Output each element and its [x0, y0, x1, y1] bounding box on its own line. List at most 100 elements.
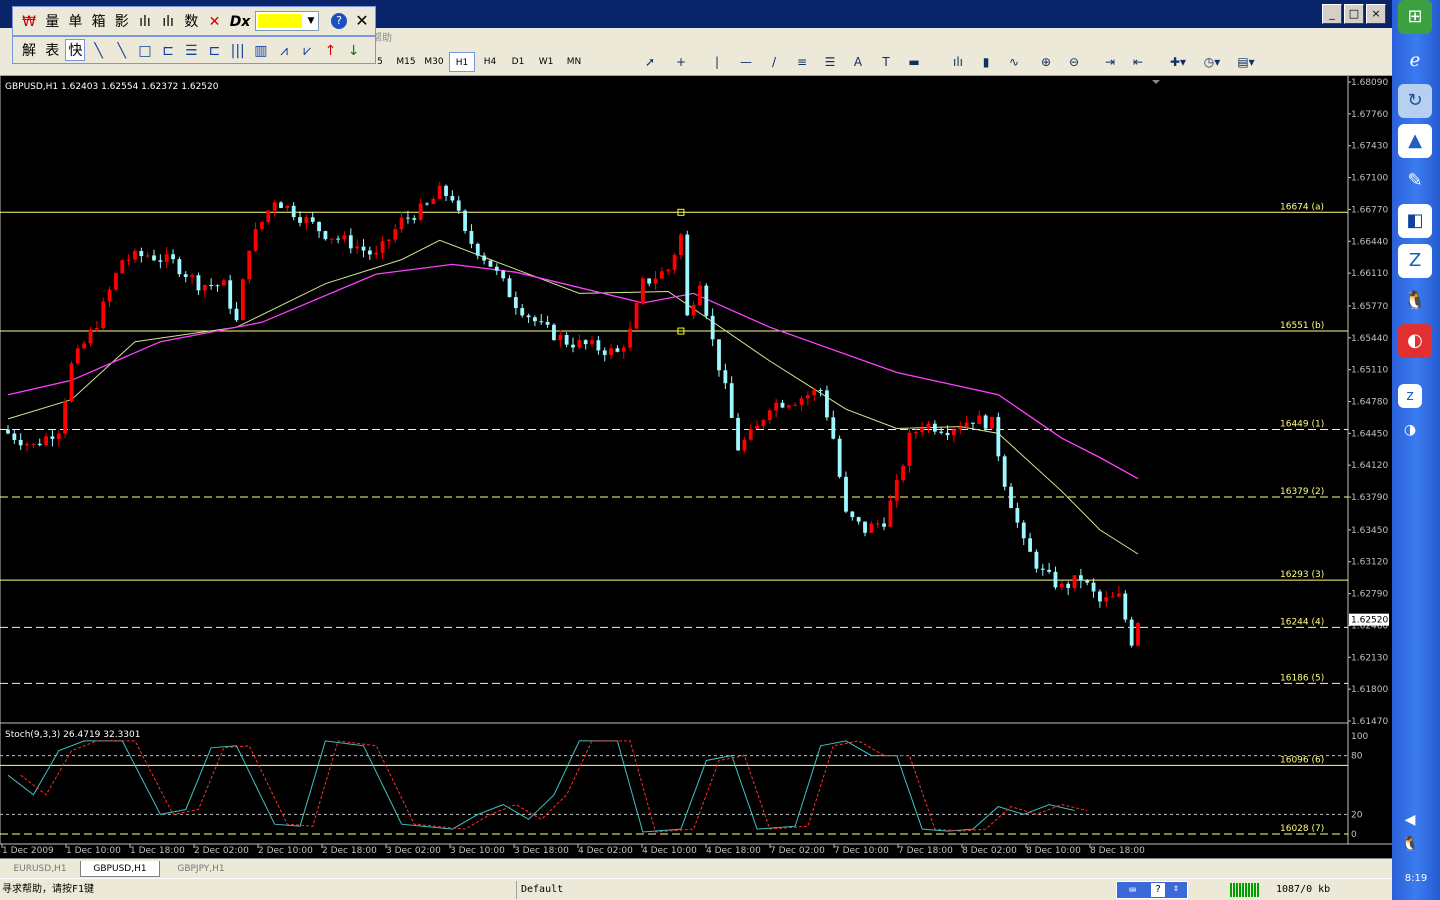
vertical-line-icon[interactable]: |	[707, 52, 727, 72]
andrews-pitchfork-icon[interactable]: ⩗	[297, 40, 317, 62]
ft2-item-0[interactable]: 解	[19, 40, 39, 62]
maximize-button[interactable]: □	[1344, 4, 1364, 24]
price-label-6: 1.66110	[1351, 269, 1388, 279]
candle-body	[310, 217, 315, 222]
arrow-down-icon[interactable]: ↓	[344, 40, 364, 62]
fib-channel-icon[interactable]: ⊏	[205, 40, 225, 62]
timeframe-h1[interactable]: H1	[449, 52, 475, 72]
fibo-icon[interactable]: ☰	[820, 52, 840, 72]
timeframe-m30[interactable]: M30	[421, 52, 447, 72]
label-icon[interactable]: T	[876, 52, 896, 72]
rectangle-icon[interactable]: □	[135, 40, 155, 62]
question-icon[interactable]: ?	[1151, 883, 1165, 897]
ft2-item-2[interactable]: 快	[65, 39, 86, 61]
periods-icon[interactable]: ◷▾	[1198, 52, 1226, 72]
ft1-item-1[interactable]: 单	[65, 11, 85, 33]
fib-label-2: 16449 (1)	[1280, 419, 1324, 429]
zoom-out-icon[interactable]: ⊖	[1064, 52, 1084, 72]
crayons-app-icon[interactable]: ✎	[1398, 164, 1432, 198]
fib-label-4: 16293 (3)	[1280, 570, 1324, 580]
qq-penguin-icon[interactable]: 🐧	[1398, 284, 1432, 318]
ft2-item-1[interactable]: 表	[42, 40, 62, 62]
timeframe-d1[interactable]: D1	[505, 52, 531, 72]
line-chart-icon[interactable]: ∿	[1004, 52, 1024, 72]
chevron-icon[interactable]: ⇕	[1173, 883, 1179, 894]
horizontal-line-icon[interactable]: —	[736, 52, 756, 72]
gann-grid-icon[interactable]: ▥	[251, 40, 271, 62]
candle-body	[704, 285, 709, 316]
histogram-icon[interactable]: ılı	[135, 11, 155, 33]
tab-eurusd[interactable]: EURUSD,H1	[4, 861, 76, 877]
connection-bars-icon	[1230, 883, 1260, 897]
templates-icon[interactable]: ▤▾	[1232, 52, 1260, 72]
ft1-item-2[interactable]: 箱	[89, 11, 109, 33]
candle-body	[755, 426, 760, 429]
line-icon[interactable]: ╲	[89, 40, 109, 62]
timeframe-h4[interactable]: H4	[477, 52, 503, 72]
chart-canvas[interactable]: 1.68090 1.67760 1.67430 1.67100 1.66770 1.664…	[0, 76, 1392, 858]
ft1-item-4[interactable]: 数	[181, 11, 201, 33]
histogram2-icon[interactable]: ılı	[158, 11, 178, 33]
arrow-icon[interactable]: ▬	[904, 52, 924, 72]
stoch-axis-label-0: 100	[1351, 732, 1368, 742]
timeframe-partial[interactable]: 5	[375, 52, 385, 72]
bar-chart-icon[interactable]: ılı	[948, 52, 968, 72]
checker-app-icon[interactable]: ◧	[1398, 204, 1432, 238]
clock[interactable]: 8:19	[1392, 868, 1440, 890]
internet-explorer-icon[interactable]: ℯ	[1398, 44, 1432, 78]
timeframe-mn[interactable]: MN	[561, 52, 587, 72]
price-label-12: 1.64120	[1351, 461, 1388, 471]
candle-body	[888, 500, 893, 527]
refresh-app-icon[interactable]: ↻	[1398, 84, 1432, 118]
ft1-item-3[interactable]: 影	[112, 11, 132, 33]
fib-timezones-icon[interactable]: |||	[228, 40, 248, 62]
auto-scroll-icon[interactable]: ⇥	[1100, 52, 1120, 72]
timeframe-m15[interactable]: M15	[393, 52, 419, 72]
tray-color-icon[interactable]: ◑	[1398, 418, 1422, 442]
tray-z-icon[interactable]: z	[1398, 384, 1422, 408]
triangle-app-icon[interactable]: ▲	[1398, 124, 1432, 158]
fib-levels-icon[interactable]: ⊏	[158, 40, 178, 62]
z-app-icon[interactable]: Z	[1398, 244, 1432, 278]
chevron-down-icon[interactable]: ▼	[305, 13, 317, 29]
candlestick-icon[interactable]: ▮	[976, 52, 996, 72]
close-button[interactable]: ×	[1366, 4, 1386, 24]
chart-header: GBPUSD,H1 1.62403 1.62554 1.62372 1.6252…	[5, 82, 219, 92]
tray-arrow-icon[interactable]: ◀	[1398, 808, 1422, 832]
candle-body	[837, 438, 842, 477]
cursor-icon[interactable]: ➚	[640, 52, 660, 72]
delete-x-icon[interactable]: ✕	[205, 11, 225, 33]
keyboard-icon[interactable]: ⌨	[1129, 883, 1136, 897]
chart-window[interactable]: 1.68090 1.67760 1.67430 1.67100 1.66770 1.664…	[0, 76, 1392, 858]
color-picker[interactable]: ▼	[255, 11, 319, 31]
arrow-up-icon[interactable]: ↑	[320, 40, 340, 62]
candle-body	[564, 335, 569, 345]
tab-gbpjpy[interactable]: GBPJPY,H1	[164, 861, 238, 877]
help-icon[interactable]: ?	[331, 13, 347, 29]
indicators-icon[interactable]: ✚▾	[1164, 52, 1192, 72]
candle-body	[679, 234, 683, 255]
tray-qq-icon[interactable]: 🐧	[1398, 832, 1422, 856]
chart-shift-icon[interactable]: ⇤	[1128, 52, 1148, 72]
gann-fan-icon[interactable]: ⩘	[274, 40, 294, 62]
status-profile: Default	[521, 884, 564, 895]
ray-icon[interactable]: ╲	[112, 40, 132, 62]
dx-icon[interactable]: Dx	[228, 11, 253, 33]
language-bar[interactable]: ⌨ ? ⇕	[1116, 881, 1188, 899]
zoom-in-icon[interactable]: ⊕	[1036, 52, 1056, 72]
trendline-icon[interactable]: /	[764, 52, 784, 72]
close-icon[interactable]: ✕	[353, 11, 371, 31]
fib-expansion-icon[interactable]: ☰	[181, 40, 201, 62]
timeframe-w1[interactable]: W1	[533, 52, 559, 72]
candle-body	[361, 246, 366, 251]
channel-icon[interactable]: ≡	[792, 52, 812, 72]
candle-body	[571, 344, 575, 348]
start-button-icon[interactable]: ⊞	[1398, 0, 1432, 34]
crosshair-icon[interactable]: +	[671, 52, 691, 72]
chart-bars-icon[interactable]: ₩	[19, 11, 39, 33]
tab-gbpusd[interactable]: GBPUSD,H1	[80, 861, 160, 877]
red-app-icon[interactable]: ◐	[1398, 324, 1432, 358]
minimize-button[interactable]: _	[1322, 4, 1342, 24]
text-icon[interactable]: A	[848, 52, 868, 72]
ft1-item-0[interactable]: 量	[42, 11, 62, 33]
